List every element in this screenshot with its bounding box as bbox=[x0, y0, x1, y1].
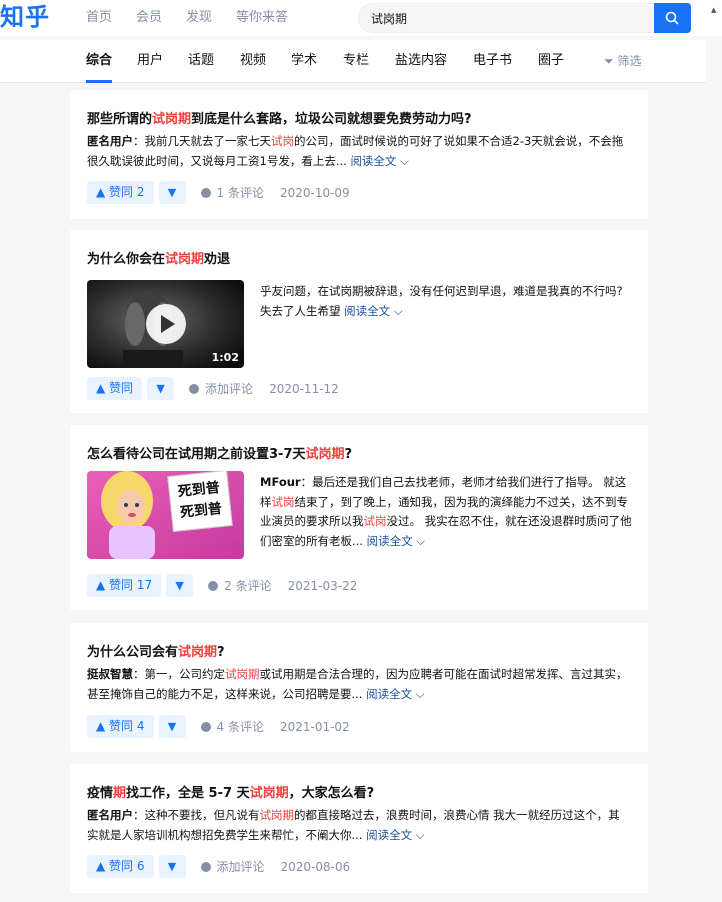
triangle-down-icon: ▼ bbox=[167, 720, 177, 733]
post-date: 2021-01-02 bbox=[279, 719, 350, 734]
downvote-button[interactable]: ▼ bbox=[158, 181, 186, 204]
result-image[interactable]: 死到普 死到普 bbox=[87, 471, 244, 559]
chevron-down-icon: ⌵ bbox=[393, 303, 403, 318]
tab-topics[interactable]: 话题 bbox=[188, 40, 214, 83]
tab-columns[interactable]: 专栏 bbox=[343, 40, 369, 83]
search-button[interactable] bbox=[654, 3, 691, 33]
search-result-card: 疫情期找工作，全是 5-7 天试岗期，大家怎么看? 匿名用户：这种不要找，但凡说… bbox=[70, 764, 648, 893]
top-header: 知乎 首页 会员 发现 等你来答 ▲ bbox=[0, 0, 722, 36]
zhihu-logo[interactable]: 知乎 bbox=[0, 1, 50, 33]
comment-icon bbox=[208, 580, 219, 591]
tab-ebooks[interactable]: 电子书 bbox=[473, 40, 512, 83]
read-more-link[interactable]: 阅读全文 ⌵ bbox=[366, 687, 424, 701]
chevron-down-icon: ⌵ bbox=[416, 533, 425, 548]
post-date: 2020-08-06 bbox=[280, 859, 351, 874]
comment-button[interactable]: 1 条评论 bbox=[200, 184, 264, 201]
comment-button[interactable]: 添加评论 bbox=[200, 858, 265, 875]
post-date: 2021-03-22 bbox=[287, 578, 358, 593]
result-actions: ▲ 赞同 17 ▼ 2 条评论 2021-03-22 bbox=[87, 574, 357, 597]
result-excerpt[interactable]: MFour：最后还是我们自己去找老师，老师才给我们进行了指导。 就这样试岗结束了… bbox=[260, 473, 632, 551]
tab-videos[interactable]: 视频 bbox=[240, 40, 266, 83]
read-more-link[interactable]: 阅读全文 ⌵ bbox=[344, 304, 402, 318]
search-input[interactable] bbox=[371, 4, 651, 32]
tab-users[interactable]: 用户 bbox=[137, 40, 163, 83]
upvote-button[interactable]: ▲ 赞同 2 bbox=[87, 181, 154, 204]
downvote-button[interactable]: ▼ bbox=[158, 715, 186, 738]
result-actions: ▲ 赞同 4 ▼ 4 条评论 2021-01-02 bbox=[87, 715, 350, 738]
chevron-down-icon: ⌵ bbox=[400, 153, 409, 168]
video-thumbnail[interactable]: 1:02 bbox=[87, 280, 244, 368]
author-name[interactable]: MFour bbox=[260, 475, 301, 489]
search-icon bbox=[665, 11, 679, 25]
result-excerpt[interactable]: 匿名用户：我前几天就去了一家七天试岗的公司，面试时候说的可好了说如果不合适2-3… bbox=[87, 132, 631, 171]
read-more-link[interactable]: 阅读全文 ⌵ bbox=[366, 828, 424, 842]
read-more-link[interactable]: 阅读全文 ⌵ bbox=[367, 534, 425, 548]
nav-home[interactable]: 首页 bbox=[86, 0, 112, 36]
nav-waiting-answers[interactable]: 等你来答 bbox=[236, 0, 288, 36]
result-excerpt[interactable]: 乎友问题，在试岗期被辞退，没有任何迟到早退，难道是我真的不行吗? 失去了人生希望… bbox=[260, 282, 632, 321]
filter-icon: ⏷ bbox=[604, 54, 614, 68]
nav-membership[interactable]: 会员 bbox=[136, 0, 162, 36]
upvote-button[interactable]: ▲ 赞同 4 bbox=[87, 715, 154, 738]
result-actions: ▲ 赞同 ▼ 添加评论 2020-11-12 bbox=[87, 377, 339, 400]
downvote-button[interactable]: ▼ bbox=[158, 855, 186, 878]
top-nav: 首页 会员 发现 等你来答 bbox=[86, 0, 312, 36]
filter-button[interactable]: ⏷ 筛选 bbox=[604, 40, 641, 82]
comment-icon bbox=[189, 383, 200, 394]
author-name[interactable]: 匿名用户 bbox=[87, 134, 133, 148]
post-date: 2020-11-12 bbox=[269, 381, 339, 396]
tab-yanxuan[interactable]: 盐选内容 bbox=[395, 40, 447, 83]
filter-label: 筛选 bbox=[617, 54, 642, 68]
comment-button[interactable]: 2 条评论 bbox=[208, 577, 272, 594]
downvote-button[interactable]: ▼ bbox=[166, 574, 194, 597]
result-actions: ▲ 赞同 6 ▼ 添加评论 2020-08-06 bbox=[87, 855, 350, 878]
chevron-down-icon: ⌵ bbox=[415, 686, 425, 701]
tab-academic[interactable]: 学术 bbox=[291, 40, 317, 83]
author-name[interactable]: 挺叔智慧 bbox=[87, 667, 133, 681]
result-actions: ▲ 赞同 2 ▼ 1 条评论 2020-10-09 bbox=[87, 181, 350, 204]
search-result-card: 为什么公司会有试岗期? 挺叔智慧：第一，公司约定试岗期或试用期是合法合理的，因为… bbox=[70, 623, 648, 752]
result-title[interactable]: 为什么你会在试岗期劝退 bbox=[87, 248, 230, 267]
result-title[interactable]: 为什么公司会有试岗期? bbox=[87, 641, 225, 660]
scrollbar-up-arrow[interactable]: ▲ bbox=[706, 0, 722, 36]
author-name[interactable]: 匿名用户 bbox=[87, 808, 133, 822]
search-result-card: 那些所谓的试岗期到底是什么套路，垃圾公司就想要免费劳动力吗? 匿名用户：我前几天… bbox=[70, 90, 648, 219]
triangle-down-icon: ▼ bbox=[156, 382, 165, 395]
post-date: 2020-10-09 bbox=[279, 185, 350, 200]
search-type-tabs: 综合 用户 话题 视频 学术 专栏 盐选内容 电子书 圈子 ⏷ 筛选 bbox=[0, 40, 706, 83]
result-title[interactable]: 那些所谓的试岗期到底是什么套路，垃圾公司就想要免费劳动力吗? bbox=[87, 108, 472, 127]
triangle-down-icon: ▼ bbox=[167, 860, 177, 873]
chevron-down-icon: ⌵ bbox=[415, 827, 425, 842]
comment-button[interactable]: 添加评论 bbox=[189, 380, 253, 397]
search-box bbox=[358, 3, 691, 33]
tab-all[interactable]: 综合 bbox=[86, 40, 113, 83]
tab-circles[interactable]: 圈子 bbox=[538, 40, 564, 83]
search-result-card: 怎么看待公司在试用期之前设置3-7天试岗期? 死到普 死到普 MFour：最后还是… bbox=[70, 425, 648, 610]
comment-button[interactable]: 4 条评论 bbox=[200, 718, 264, 735]
comment-icon bbox=[200, 861, 211, 872]
read-more-link[interactable]: 阅读全文 ⌵ bbox=[350, 154, 408, 168]
upvote-button[interactable]: ▲ 赞同 6 bbox=[87, 855, 154, 878]
nav-discover[interactable]: 发现 bbox=[186, 0, 212, 36]
play-icon[interactable] bbox=[146, 304, 186, 344]
downvote-button[interactable]: ▼ bbox=[147, 377, 175, 400]
image-sign: 死到普 死到普 bbox=[167, 471, 233, 532]
result-title[interactable]: 疫情期找工作，全是 5-7 天试岗期，大家怎么看? bbox=[87, 782, 374, 801]
upvote-button[interactable]: ▲ 赞同 bbox=[87, 377, 143, 400]
comment-icon bbox=[200, 187, 211, 198]
triangle-down-icon: ▼ bbox=[167, 186, 177, 199]
search-result-card: 为什么你会在试岗期劝退 1:02 乎友问题，在试岗期被辞退，没有任何迟到早退，难… bbox=[70, 230, 648, 413]
triangle-down-icon: ▼ bbox=[175, 579, 184, 592]
video-duration: 1:02 bbox=[211, 351, 239, 364]
result-excerpt[interactable]: 挺叔智慧：第一，公司约定试岗期或试用期是合法合理的，因为应聘者可能在面试时超常发… bbox=[87, 665, 631, 704]
upvote-button[interactable]: ▲ 赞同 17 bbox=[87, 574, 162, 597]
result-excerpt[interactable]: 匿名用户：这种不要找，但凡说有试岗期的都直接略过去，浪费时间，浪费心情 我大一就… bbox=[87, 806, 631, 845]
comment-icon bbox=[200, 721, 211, 732]
result-title[interactable]: 怎么看待公司在试用期之前设置3-7天试岗期? bbox=[87, 443, 352, 462]
